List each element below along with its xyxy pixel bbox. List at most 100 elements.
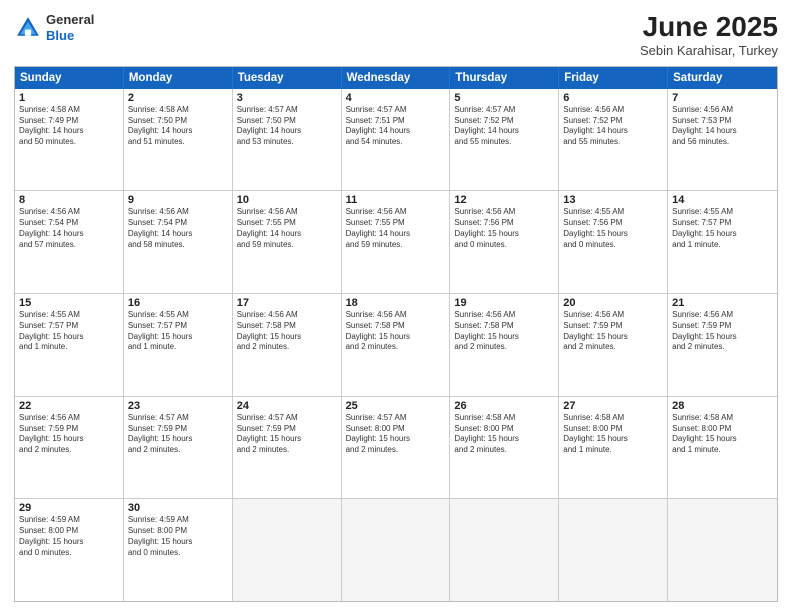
day-info: Sunrise: 4:56 AMSunset: 7:53 PMDaylight:…	[672, 105, 773, 148]
day-number: 2	[128, 92, 228, 104]
day-cell-27: 27Sunrise: 4:58 AMSunset: 8:00 PMDayligh…	[559, 397, 668, 499]
day-info: Sunrise: 4:56 AMSunset: 7:54 PMDaylight:…	[128, 207, 228, 250]
calendar-body: 1Sunrise: 4:58 AMSunset: 7:49 PMDaylight…	[15, 89, 777, 601]
day-cell-9: 9Sunrise: 4:56 AMSunset: 7:54 PMDaylight…	[124, 191, 233, 293]
day-cell-13: 13Sunrise: 4:55 AMSunset: 7:56 PMDayligh…	[559, 191, 668, 293]
day-cell-12: 12Sunrise: 4:56 AMSunset: 7:56 PMDayligh…	[450, 191, 559, 293]
day-info: Sunrise: 4:56 AMSunset: 7:58 PMDaylight:…	[346, 310, 446, 353]
calendar-row-2: 8Sunrise: 4:56 AMSunset: 7:54 PMDaylight…	[15, 190, 777, 293]
day-cell-15: 15Sunrise: 4:55 AMSunset: 7:57 PMDayligh…	[15, 294, 124, 396]
day-cell-14: 14Sunrise: 4:55 AMSunset: 7:57 PMDayligh…	[668, 191, 777, 293]
empty-cell	[668, 499, 777, 601]
day-number: 15	[19, 297, 119, 309]
day-cell-7: 7Sunrise: 4:56 AMSunset: 7:53 PMDaylight…	[668, 89, 777, 191]
day-number: 28	[672, 400, 773, 412]
logo-general: General	[46, 12, 94, 27]
day-number: 3	[237, 92, 337, 104]
day-number: 10	[237, 194, 337, 206]
day-info: Sunrise: 4:57 AMSunset: 8:00 PMDaylight:…	[346, 413, 446, 456]
header-day-friday: Friday	[559, 67, 668, 89]
logo-blue: Blue	[46, 28, 74, 43]
day-cell-21: 21Sunrise: 4:56 AMSunset: 7:59 PMDayligh…	[668, 294, 777, 396]
day-info: Sunrise: 4:57 AMSunset: 7:50 PMDaylight:…	[237, 105, 337, 148]
day-info: Sunrise: 4:58 AMSunset: 8:00 PMDaylight:…	[672, 413, 773, 456]
day-number: 27	[563, 400, 663, 412]
day-number: 11	[346, 194, 446, 206]
day-info: Sunrise: 4:58 AMSunset: 8:00 PMDaylight:…	[563, 413, 663, 456]
day-cell-1: 1Sunrise: 4:58 AMSunset: 7:49 PMDaylight…	[15, 89, 124, 191]
header-day-thursday: Thursday	[450, 67, 559, 89]
day-cell-8: 8Sunrise: 4:56 AMSunset: 7:54 PMDaylight…	[15, 191, 124, 293]
header-day-wednesday: Wednesday	[342, 67, 451, 89]
empty-cell	[559, 499, 668, 601]
day-number: 29	[19, 502, 119, 514]
location-subtitle: Sebin Karahisar, Turkey	[640, 43, 778, 58]
day-number: 30	[128, 502, 228, 514]
day-cell-20: 20Sunrise: 4:56 AMSunset: 7:59 PMDayligh…	[559, 294, 668, 396]
day-info: Sunrise: 4:56 AMSunset: 7:55 PMDaylight:…	[346, 207, 446, 250]
day-number: 17	[237, 297, 337, 309]
day-number: 24	[237, 400, 337, 412]
day-info: Sunrise: 4:56 AMSunset: 7:56 PMDaylight:…	[454, 207, 554, 250]
day-info: Sunrise: 4:56 AMSunset: 7:55 PMDaylight:…	[237, 207, 337, 250]
day-number: 25	[346, 400, 446, 412]
calendar-row-4: 22Sunrise: 4:56 AMSunset: 7:59 PMDayligh…	[15, 396, 777, 499]
logo: General Blue	[14, 12, 94, 43]
day-info: Sunrise: 4:58 AMSunset: 8:00 PMDaylight:…	[454, 413, 554, 456]
day-number: 5	[454, 92, 554, 104]
day-info: Sunrise: 4:56 AMSunset: 7:59 PMDaylight:…	[672, 310, 773, 353]
day-info: Sunrise: 4:59 AMSunset: 8:00 PMDaylight:…	[19, 515, 119, 558]
title-block: June 2025 Sebin Karahisar, Turkey	[640, 12, 778, 58]
day-info: Sunrise: 4:55 AMSunset: 7:56 PMDaylight:…	[563, 207, 663, 250]
day-info: Sunrise: 4:56 AMSunset: 7:58 PMDaylight:…	[454, 310, 554, 353]
day-info: Sunrise: 4:57 AMSunset: 7:52 PMDaylight:…	[454, 105, 554, 148]
day-info: Sunrise: 4:58 AMSunset: 7:49 PMDaylight:…	[19, 105, 119, 148]
day-cell-30: 30Sunrise: 4:59 AMSunset: 8:00 PMDayligh…	[124, 499, 233, 601]
day-cell-29: 29Sunrise: 4:59 AMSunset: 8:00 PMDayligh…	[15, 499, 124, 601]
header-day-saturday: Saturday	[668, 67, 777, 89]
day-number: 7	[672, 92, 773, 104]
day-cell-19: 19Sunrise: 4:56 AMSunset: 7:58 PMDayligh…	[450, 294, 559, 396]
logo-icon	[14, 14, 42, 42]
day-cell-10: 10Sunrise: 4:56 AMSunset: 7:55 PMDayligh…	[233, 191, 342, 293]
calendar: SundayMondayTuesdayWednesdayThursdayFrid…	[14, 66, 778, 602]
calendar-header: SundayMondayTuesdayWednesdayThursdayFrid…	[15, 67, 777, 89]
day-cell-25: 25Sunrise: 4:57 AMSunset: 8:00 PMDayligh…	[342, 397, 451, 499]
day-info: Sunrise: 4:58 AMSunset: 7:50 PMDaylight:…	[128, 105, 228, 148]
day-number: 9	[128, 194, 228, 206]
day-number: 19	[454, 297, 554, 309]
day-cell-28: 28Sunrise: 4:58 AMSunset: 8:00 PMDayligh…	[668, 397, 777, 499]
day-number: 21	[672, 297, 773, 309]
month-title: June 2025	[640, 12, 778, 43]
calendar-row-5: 29Sunrise: 4:59 AMSunset: 8:00 PMDayligh…	[15, 498, 777, 601]
day-info: Sunrise: 4:56 AMSunset: 7:59 PMDaylight:…	[563, 310, 663, 353]
day-info: Sunrise: 4:56 AMSunset: 7:52 PMDaylight:…	[563, 105, 663, 148]
day-number: 1	[19, 92, 119, 104]
header-day-tuesday: Tuesday	[233, 67, 342, 89]
day-info: Sunrise: 4:56 AMSunset: 7:54 PMDaylight:…	[19, 207, 119, 250]
day-cell-26: 26Sunrise: 4:58 AMSunset: 8:00 PMDayligh…	[450, 397, 559, 499]
empty-cell	[450, 499, 559, 601]
day-info: Sunrise: 4:57 AMSunset: 7:59 PMDaylight:…	[128, 413, 228, 456]
day-number: 8	[19, 194, 119, 206]
day-info: Sunrise: 4:55 AMSunset: 7:57 PMDaylight:…	[128, 310, 228, 353]
day-number: 23	[128, 400, 228, 412]
day-cell-5: 5Sunrise: 4:57 AMSunset: 7:52 PMDaylight…	[450, 89, 559, 191]
day-number: 4	[346, 92, 446, 104]
empty-cell	[233, 499, 342, 601]
day-info: Sunrise: 4:57 AMSunset: 7:51 PMDaylight:…	[346, 105, 446, 148]
day-cell-16: 16Sunrise: 4:55 AMSunset: 7:57 PMDayligh…	[124, 294, 233, 396]
logo-text: General Blue	[46, 12, 94, 43]
day-info: Sunrise: 4:55 AMSunset: 7:57 PMDaylight:…	[19, 310, 119, 353]
day-cell-3: 3Sunrise: 4:57 AMSunset: 7:50 PMDaylight…	[233, 89, 342, 191]
day-number: 16	[128, 297, 228, 309]
calendar-row-3: 15Sunrise: 4:55 AMSunset: 7:57 PMDayligh…	[15, 293, 777, 396]
day-info: Sunrise: 4:59 AMSunset: 8:00 PMDaylight:…	[128, 515, 228, 558]
header-day-sunday: Sunday	[15, 67, 124, 89]
day-cell-6: 6Sunrise: 4:56 AMSunset: 7:52 PMDaylight…	[559, 89, 668, 191]
empty-cell	[342, 499, 451, 601]
day-cell-22: 22Sunrise: 4:56 AMSunset: 7:59 PMDayligh…	[15, 397, 124, 499]
header-day-monday: Monday	[124, 67, 233, 89]
calendar-row-1: 1Sunrise: 4:58 AMSunset: 7:49 PMDaylight…	[15, 89, 777, 191]
day-number: 6	[563, 92, 663, 104]
